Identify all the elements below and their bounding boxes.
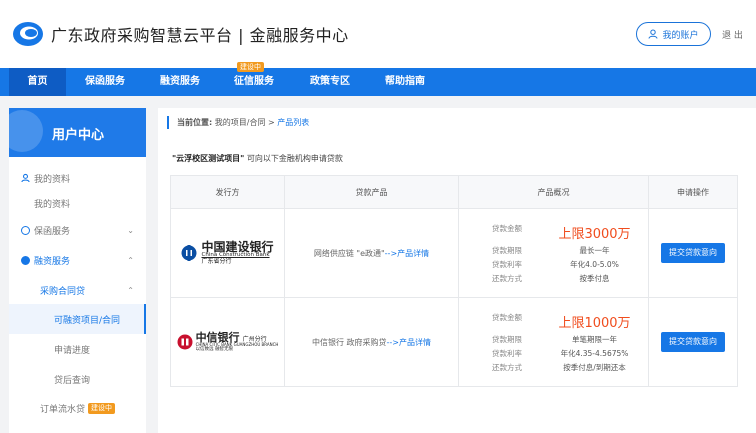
repayment-method: 按季付息/到期还本 bbox=[563, 362, 626, 372]
column-header: 发行方 bbox=[170, 175, 285, 209]
loan-amount: 上限3000万 bbox=[558, 226, 631, 242]
sidebar: 用户中心 我的资料 我的资料 保函服务 ⌄ 融资服务 ⌃ 采购合同贷 ⌃ 可融资… bbox=[9, 108, 146, 433]
bank-branch-en: GUANGZHOU BRANCH bbox=[233, 342, 279, 348]
sidebar-item-contract-loan[interactable]: 采购合同贷 ⌃ bbox=[9, 275, 146, 305]
nav-guarantee[interactable]: 保函服务 bbox=[85, 68, 125, 96]
chevron-up-icon: ⌃ bbox=[127, 285, 134, 295]
product-cell: 中信银行 政府采购贷-->产品详情 bbox=[284, 297, 459, 387]
project-name: "云浮校区测试项目" bbox=[172, 154, 245, 163]
intro-description: 可向以下金融机构申请贷款 bbox=[246, 154, 343, 163]
ccb-emblem-icon bbox=[181, 245, 197, 261]
overview-label: 贷款利率 bbox=[492, 259, 522, 269]
loan-amount: 上限1000万 bbox=[558, 315, 631, 331]
column-header: 产品概况 bbox=[458, 175, 649, 209]
breadcrumb-path[interactable]: 我的项目/合同 > bbox=[215, 118, 275, 127]
overview-label: 贷款利率 bbox=[492, 348, 522, 358]
construction-badge: 建设中 bbox=[237, 62, 264, 72]
nav-home[interactable]: 首页 bbox=[9, 68, 66, 96]
sidebar-item-label: 我的资料 bbox=[34, 174, 71, 185]
sidebar-item-post-loan[interactable]: 贷后查询 bbox=[9, 364, 146, 394]
action-cell: 提交贷款意向 bbox=[648, 297, 738, 387]
loan-rate: 年化4.35-4.5675% bbox=[560, 348, 629, 358]
overview-label: 贷款金额 bbox=[492, 312, 522, 322]
my-account-button[interactable]: 我的账户 bbox=[636, 22, 711, 46]
user-icon bbox=[648, 29, 658, 39]
loan-term: 单笔期限一年 bbox=[572, 334, 617, 344]
nav-credit[interactable]: 征信服务 建设中 bbox=[234, 62, 274, 96]
breadcrumb-prefix: 当前位置: bbox=[177, 118, 213, 127]
guarantee-icon bbox=[21, 225, 30, 235]
product-table: 发行方 贷款产品 产品概况 申请操作 中国建设银行 China Construc… bbox=[170, 175, 738, 387]
nav-policy[interactable]: 政策专区 bbox=[310, 68, 350, 96]
overview-label: 贷款期限 bbox=[492, 334, 522, 344]
table-row: 中国建设银行 China Construction Bank 广东省分行 网络供… bbox=[170, 208, 738, 298]
intro-text: "云浮校区测试项目" 可向以下金融机构申请贷款 bbox=[172, 153, 343, 164]
main-content: 当前位置: 我的项目/合同 > 产品列表 "云浮校区测试项目" 可向以下金融机构… bbox=[158, 108, 756, 433]
action-cell: 提交贷款意向 bbox=[648, 208, 738, 298]
finance-icon bbox=[21, 255, 30, 265]
bank-slogan: 以信致远 融智无限 bbox=[195, 346, 233, 352]
location-pin-icon bbox=[9, 110, 43, 152]
loan-term: 最长一年 bbox=[579, 245, 610, 255]
submit-loan-intent-button[interactable]: 提交贷款意向 bbox=[661, 243, 725, 263]
nav-financing[interactable]: 融资服务 bbox=[160, 68, 200, 96]
issuer-cell: 中国建设银行 China Construction Bank 广东省分行 bbox=[170, 208, 285, 298]
bank-branch: 广东省分行 bbox=[201, 258, 232, 266]
sidebar-item-financing[interactable]: 融资服务 ⌃ bbox=[9, 245, 146, 275]
submit-loan-intent-button[interactable]: 提交贷款意向 bbox=[661, 332, 725, 352]
construction-badge: 建设中 bbox=[88, 402, 116, 414]
sidebar-item-financeable-projects[interactable]: 可融资项目/合同 bbox=[9, 304, 146, 334]
repayment-method: 按季付息 bbox=[579, 273, 610, 283]
overview-label: 还款方式 bbox=[492, 362, 522, 372]
table-header-row: 发行方 贷款产品 产品概况 申请操作 bbox=[170, 175, 738, 209]
nav-help[interactable]: 帮助指南 bbox=[385, 68, 425, 96]
sidebar-item-my-profile[interactable]: 我的资料 bbox=[9, 188, 146, 218]
sidebar-item-order-loan[interactable]: 订单流水贷 建设中 bbox=[9, 393, 146, 423]
sidebar-title: 用户中心 bbox=[52, 128, 105, 143]
citic-emblem-icon bbox=[177, 334, 193, 350]
site-title: 广东政府采购智慧云平台 | 金融服务中心 bbox=[51, 26, 349, 45]
column-header: 申请操作 bbox=[648, 175, 738, 209]
loan-rate: 年化4.0-5.0% bbox=[570, 259, 619, 269]
overview-label: 还款方式 bbox=[492, 273, 522, 283]
main-nav: 首页 保函服务 融资服务 征信服务 建设中 政策专区 帮助指南 bbox=[0, 62, 756, 96]
sidebar-item-label: 订单流水贷 bbox=[40, 404, 86, 415]
sidebar-header: 用户中心 bbox=[9, 108, 146, 157]
product-detail-link[interactable]: -->产品详情 bbox=[385, 249, 429, 258]
overview-label: 贷款期限 bbox=[492, 245, 522, 255]
overview-cell: 贷款金额 上限3000万 贷款期限 最长一年 贷款利率 年化4.0-5.0% 还款方式… bbox=[458, 208, 649, 298]
column-header: 贷款产品 bbox=[284, 175, 459, 209]
sidebar-item-label: 采购合同贷 bbox=[40, 286, 86, 297]
product-detail-link[interactable]: -->产品详情 bbox=[387, 338, 431, 347]
issuer-cell: 中信银行 广州分行 CHINA CITIC BANK GUANGZHOU BRA… bbox=[170, 297, 285, 387]
user-icon bbox=[21, 173, 30, 183]
my-account-label: 我的账户 bbox=[662, 30, 699, 41]
citic-logo: 中信银行 广州分行 CHINA CITIC BANK GUANGZHOU BRA… bbox=[171, 332, 284, 352]
sidebar-item-guarantee[interactable]: 保函服务 ⌄ bbox=[9, 215, 146, 245]
overview-label: 贷款金额 bbox=[492, 223, 522, 233]
chevron-up-icon: ⌃ bbox=[127, 255, 134, 265]
ccb-logo: 中国建设银行 China Construction Bank 广东省分行 bbox=[171, 241, 284, 266]
platform-logo bbox=[13, 22, 43, 46]
site-header: 广东政府采购智慧云平台 | 金融服务中心 我的账户 退 出 bbox=[0, 0, 756, 68]
chevron-down-icon: ⌄ bbox=[127, 225, 134, 235]
product-name: 中信银行 政府采购贷 bbox=[311, 337, 387, 347]
breadcrumb-current: 产品列表 bbox=[277, 118, 310, 127]
sidebar-item-application-progress[interactable]: 申请进度 bbox=[9, 334, 146, 364]
logout-link[interactable]: 退 出 bbox=[722, 28, 743, 41]
table-row: 中信银行 广州分行 CHINA CITIC BANK GUANGZHOU BRA… bbox=[170, 297, 738, 387]
nav-credit-label: 征信服务 bbox=[234, 76, 274, 87]
product-name: 网络供应链 "e政通" bbox=[313, 248, 385, 258]
sidebar-item-label: 融资服务 bbox=[34, 256, 71, 267]
overview-cell: 贷款金额 上限1000万 贷款期限 单笔期限一年 贷款利率 年化4.35-4.5675… bbox=[458, 297, 649, 387]
sidebar-item-label: 保函服务 bbox=[34, 226, 71, 237]
product-cell: 网络供应链 "e政通"-->产品详情 bbox=[284, 208, 459, 298]
breadcrumb: 当前位置: 我的项目/合同 > 产品列表 bbox=[167, 116, 309, 129]
